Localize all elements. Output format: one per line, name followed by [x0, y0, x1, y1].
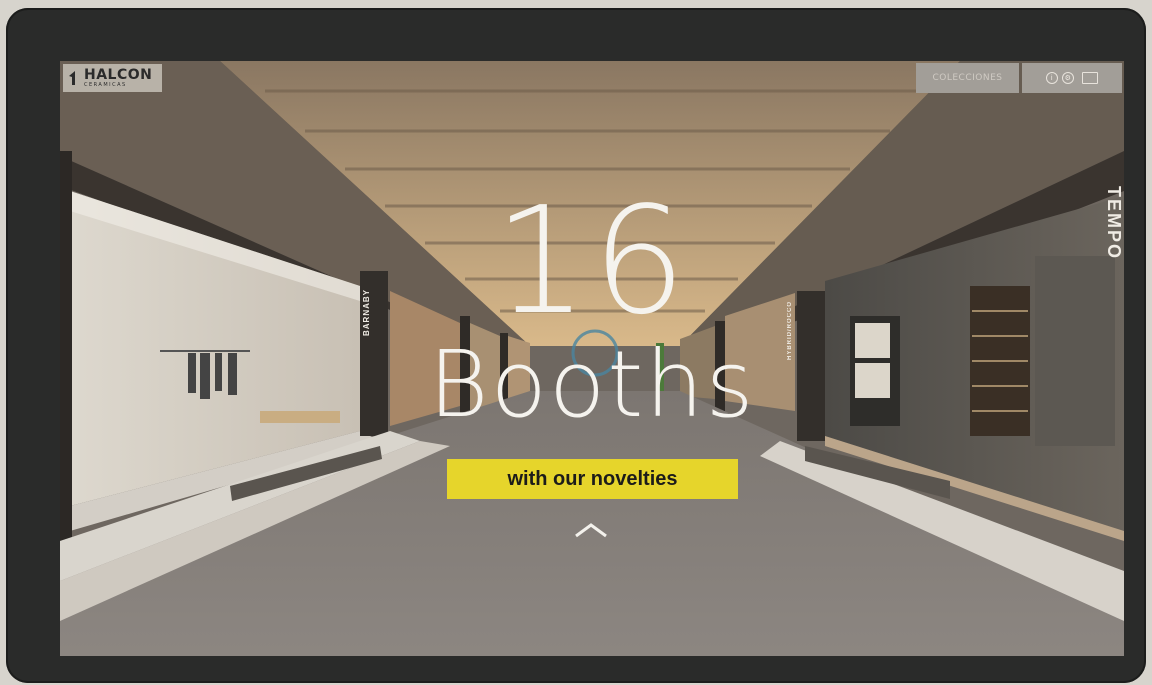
logo-brand-text: HALCON — [84, 67, 153, 83]
top-navigation: COLECCIONES i ⚙ — [916, 63, 1122, 93]
hero-word: Booths — [428, 331, 756, 438]
collections-button[interactable]: COLECCIONES — [916, 63, 1019, 93]
virtual-showroom-screen: BARNABY HYBRID/ROCCO TEMPO HALCON CERAMI… — [60, 61, 1124, 656]
settings-icon[interactable]: ⚙ — [1062, 72, 1074, 84]
chevron-up-icon[interactable] — [574, 522, 608, 538]
nav-icon-group: i ⚙ — [1022, 63, 1122, 93]
halcon-logo[interactable]: HALCON CERAMICAS — [63, 64, 162, 92]
novelties-button[interactable]: with our novelties — [447, 459, 738, 499]
hero-number: 16 — [493, 175, 691, 347]
device-frame: BARNABY HYBRID/ROCCO TEMPO HALCON CERAMI… — [6, 8, 1146, 683]
halcon-mark-icon — [69, 71, 75, 85]
logo-sub-text: CERAMICAS — [84, 82, 127, 88]
fullscreen-icon[interactable] — [1082, 72, 1098, 84]
info-icon[interactable]: i — [1046, 72, 1058, 84]
